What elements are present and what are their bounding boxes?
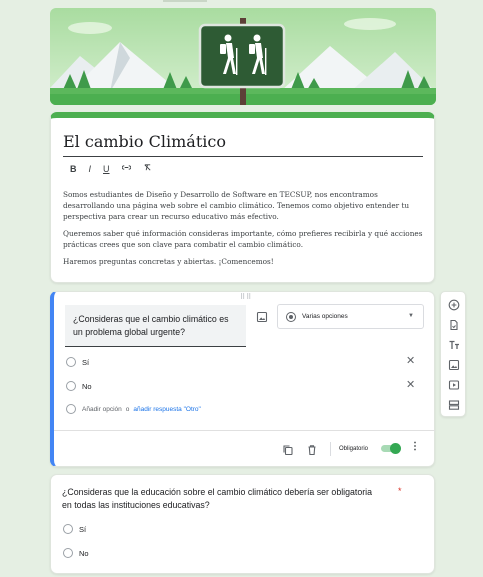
form-title[interactable]: El cambio Climático (63, 132, 226, 151)
radio-icon (66, 357, 76, 367)
option-item[interactable]: Sí (63, 524, 86, 534)
title-underline (63, 156, 423, 157)
add-question-icon[interactable] (448, 298, 460, 311)
option-item[interactable]: Sí (66, 357, 89, 367)
add-option-row: Añadir opción o añadir respuesta "Otro" (66, 404, 201, 414)
add-option-button[interactable]: Añadir opción (82, 406, 122, 413)
footer-divider (54, 430, 435, 431)
add-title-icon[interactable] (448, 338, 460, 350)
option-item[interactable]: No (66, 381, 92, 391)
question-card-active[interactable]: ⠿⠿ ¿Consideras que el cambio climático e… (50, 291, 435, 467)
duplicate-icon[interactable] (282, 443, 294, 456)
italic-button[interactable]: I (89, 164, 92, 174)
option-label: No (79, 548, 89, 558)
trash-icon[interactable] (306, 443, 318, 456)
add-video-icon[interactable] (448, 378, 460, 390)
clear-format-icon[interactable] (143, 163, 152, 174)
top-tab-indicator (163, 0, 207, 2)
required-toggle[interactable] (381, 443, 401, 454)
question-card[interactable]: ¿Consideras que la educación sobre el ca… (50, 474, 435, 574)
radio-icon (63, 524, 73, 534)
link-icon[interactable] (121, 163, 131, 174)
footer-separator (330, 442, 331, 456)
description-paragraph: Queremos saber qué información considera… (63, 229, 423, 249)
text-format-toolbar: B I U (70, 163, 152, 174)
option-label: Sí (79, 524, 87, 534)
description-paragraph: Haremos preguntas concretas y abiertas. … (63, 257, 274, 266)
question-type-dropdown[interactable]: Varias opciones ▼ (277, 304, 424, 329)
question-title: ¿Consideras que la educación sobre el ca… (62, 487, 373, 510)
add-image-icon[interactable] (448, 358, 460, 371)
or-text: o (125, 405, 130, 413)
radio-icon (66, 404, 76, 414)
radio-icon (63, 548, 73, 558)
add-other-link[interactable]: añadir respuesta "Otro" (133, 406, 200, 413)
question-title-input[interactable]: ¿Consideras que el cambio climático es u… (65, 305, 246, 347)
required-label: Obligatorio (339, 446, 369, 452)
description-paragraph: Somos estudiantes de Diseño y Desarrollo… (63, 190, 410, 221)
side-toolbar (440, 291, 466, 417)
option-item[interactable]: No (63, 548, 89, 558)
more-options-icon[interactable]: ⋮ (410, 441, 420, 452)
drag-handle-icon[interactable]: ⠿⠿ (240, 293, 252, 301)
add-image-icon[interactable] (256, 310, 268, 323)
remove-option-icon[interactable]: ✕ (406, 354, 415, 367)
option-label[interactable]: No (82, 382, 92, 391)
radio-button-icon (286, 311, 296, 322)
underline-button[interactable]: U (103, 164, 110, 174)
question-type-label: Varias opciones (302, 313, 348, 320)
remove-option-icon[interactable]: ✕ (406, 378, 415, 391)
add-section-icon[interactable] (448, 398, 460, 410)
caret-down-icon: ▼ (408, 313, 414, 319)
form-title-card: El cambio Climático B I U Somos estudian… (50, 112, 435, 283)
bold-button[interactable]: B (70, 164, 77, 174)
form-description[interactable]: Somos estudiantes de Diseño y Desarrollo… (63, 189, 423, 273)
header-banner (50, 8, 436, 105)
required-marker: * (398, 486, 402, 496)
radio-icon (66, 381, 76, 391)
import-questions-icon[interactable] (448, 318, 460, 331)
option-label[interactable]: Sí (82, 358, 89, 367)
